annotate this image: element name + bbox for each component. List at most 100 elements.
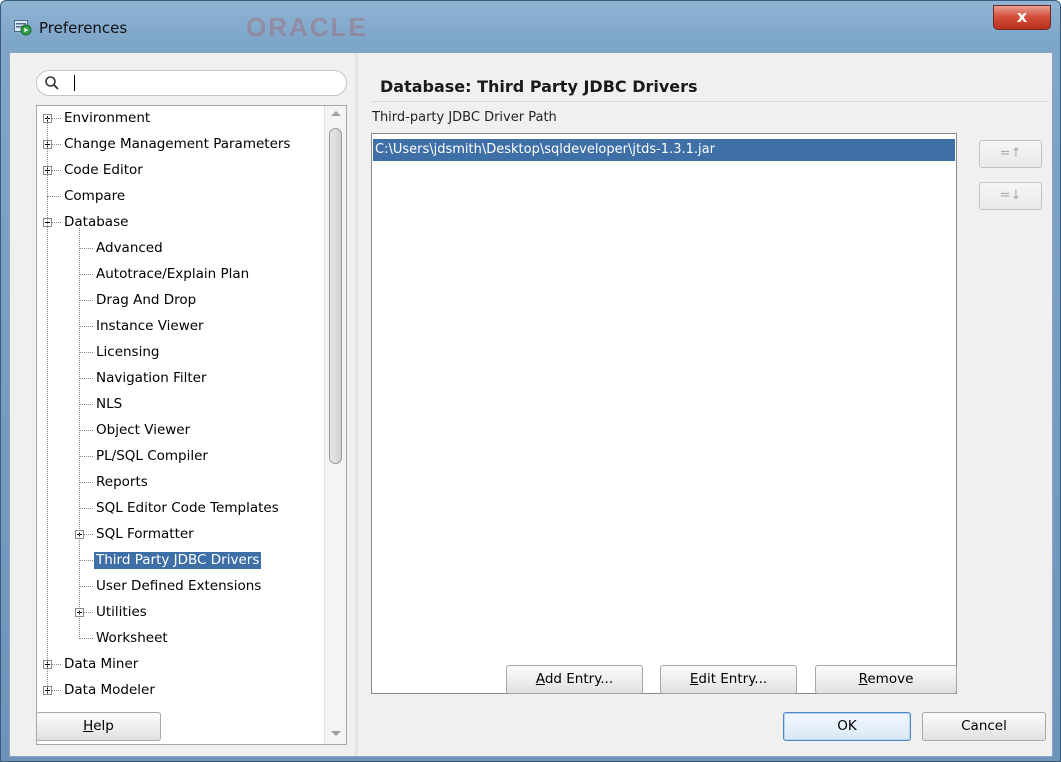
- tree-connector: [52, 222, 61, 223]
- tree-item-label: Utilities: [96, 604, 147, 620]
- tree-item-label: Object Viewer: [96, 422, 191, 438]
- search-box[interactable]: [36, 70, 347, 96]
- tree-vertical-scrollbar[interactable]: [324, 106, 346, 744]
- search-icon: [45, 76, 59, 90]
- tree-database-guide: [79, 228, 80, 639]
- close-icon: x: [1016, 7, 1028, 26]
- tree-item[interactable]: Code Editor: [37, 158, 327, 184]
- tree-connector: [79, 248, 93, 249]
- tree-connector: [79, 430, 93, 431]
- tree-item-label: PL/SQL Compiler: [96, 448, 208, 464]
- tree-item-label: Drag And Drop: [96, 292, 197, 308]
- move-up-button[interactable]: =↑: [979, 140, 1042, 168]
- tree-item-label: Autotrace/Explain Plan: [96, 266, 250, 282]
- tree-connector: [79, 560, 93, 561]
- edit-entry-button[interactable]: Edit Entry...: [660, 665, 797, 694]
- tree-connector: [79, 638, 93, 639]
- tree-item[interactable]: Environment: [37, 106, 327, 132]
- tree-item[interactable]: Advanced: [37, 236, 327, 262]
- tree-item-label: Third Party JDBC Drivers: [94, 552, 262, 569]
- title-bar[interactable]: ORACLE Preferences x: [1, 1, 1060, 51]
- tree-connector: [52, 144, 61, 145]
- preferences-window: ORACLE Preferences x Environment Change …: [0, 0, 1061, 762]
- add-entry-button[interactable]: Add Entry...: [506, 665, 643, 694]
- help-label: elp: [93, 718, 114, 734]
- tree-item-label: Licensing: [96, 344, 160, 360]
- tree-item[interactable]: Data Miner: [37, 652, 327, 678]
- tree-item[interactable]: Utilities: [37, 600, 327, 626]
- tree-connector: [79, 352, 93, 353]
- preferences-tree[interactable]: Environment Change Management Parameters C…: [36, 105, 347, 745]
- tree-item-label: Data Modeler: [64, 682, 155, 698]
- tree-item[interactable]: NLS: [37, 392, 327, 418]
- remove-button[interactable]: Remove: [815, 665, 957, 694]
- move-up-icon: =↑: [999, 146, 1022, 161]
- tree-root-guide: [47, 118, 48, 694]
- tree-connector: [79, 456, 93, 457]
- tree-item[interactable]: Autotrace/Explain Plan: [37, 262, 327, 288]
- help-button[interactable]: Help: [36, 712, 161, 741]
- tree-item-label: Worksheet: [96, 630, 168, 646]
- help-mnemonic: H: [83, 718, 94, 734]
- tree-connector: [79, 508, 93, 509]
- scrollbar-thumb[interactable]: [329, 128, 342, 464]
- driver-path-entry[interactable]: C:\Users\jdsmith\Desktop\sqldeveloper\jt…: [373, 139, 955, 161]
- search-input[interactable]: [71, 74, 335, 94]
- navigation-pane: Environment Change Management Parameters C…: [10, 53, 355, 756]
- move-down-button[interactable]: =↓: [979, 182, 1042, 210]
- tree-connector: [79, 586, 93, 587]
- tree-connector: [79, 482, 93, 483]
- edit-entry-label: dit Entry...: [698, 671, 768, 687]
- tree-item[interactable]: Navigation Filter: [37, 366, 327, 392]
- tree-connector: [52, 118, 61, 119]
- tree-connector: [47, 196, 61, 197]
- tree-item-label: SQL Formatter: [96, 526, 194, 542]
- dialog-client-area: Environment Change Management Parameters C…: [9, 52, 1053, 757]
- tree-item[interactable]: Compare: [37, 184, 327, 210]
- cancel-button[interactable]: Cancel: [922, 712, 1046, 741]
- tree-item[interactable]: Object Viewer: [37, 418, 327, 444]
- tree-item-label: SQL Editor Code Templates: [96, 500, 279, 516]
- tree-item-label: Compare: [64, 188, 126, 204]
- tree-connector: [79, 404, 93, 405]
- tree-item-label: Data Miner: [64, 656, 139, 672]
- remove-label: emove: [867, 671, 914, 687]
- tree-item[interactable]: Worksheet: [37, 626, 327, 652]
- tree-item-label: User Defined Extensions: [96, 578, 262, 594]
- tree-connector: [79, 378, 93, 379]
- move-down-icon: =↓: [999, 188, 1022, 203]
- driver-path-list[interactable]: C:\Users\jdsmith\Desktop\sqldeveloper\jt…: [371, 133, 957, 694]
- page-title: Database: Third Party JDBC Drivers: [380, 77, 698, 96]
- tree-item-label: Instance Viewer: [96, 318, 204, 334]
- add-entry-label: dd Entry...: [544, 671, 614, 687]
- tree-connector: [84, 612, 93, 613]
- tree-item[interactable]: Instance Viewer: [37, 314, 327, 340]
- tree-item[interactable]: Data Modeler: [37, 678, 327, 704]
- tree-item[interactable]: Drag And Drop: [37, 288, 327, 314]
- tree-item-label: Change Management Parameters: [64, 136, 291, 152]
- tree-item[interactable]: Change Management Parameters: [37, 132, 327, 158]
- tree-item[interactable]: SQL Formatter: [37, 522, 327, 548]
- close-button[interactable]: x: [993, 5, 1051, 30]
- tree-item[interactable]: Licensing: [37, 340, 327, 366]
- ok-button[interactable]: OK: [783, 712, 911, 741]
- tree-connector: [52, 170, 61, 171]
- tree-connector: [52, 690, 61, 691]
- tree-item[interactable]: PL/SQL Compiler: [37, 444, 327, 470]
- oracle-watermark: ORACLE: [246, 12, 368, 42]
- tree-item[interactable]: Reports: [37, 470, 327, 496]
- driver-path-label: Third-party JDBC Driver Path: [372, 110, 557, 125]
- tree-connector: [79, 326, 93, 327]
- tree-item-label: Navigation Filter: [96, 370, 207, 386]
- settings-pane: Database: Third Party JDBC Drivers Third…: [358, 53, 1052, 756]
- tree-item[interactable]: User Defined Extensions: [37, 574, 327, 600]
- tree-item[interactable]: SQL Editor Code Templates: [37, 496, 327, 522]
- tree-item-label: Code Editor: [64, 162, 143, 178]
- scroll-down-arrow-icon[interactable]: [331, 731, 341, 736]
- add-entry-mnemonic: A: [535, 671, 545, 687]
- preferences-app-icon: [14, 20, 32, 36]
- tree-connector: [79, 300, 93, 301]
- tree-item[interactable]: Database: [37, 210, 327, 236]
- tree-item[interactable]: Third Party JDBC Drivers: [37, 548, 327, 574]
- scroll-up-arrow-icon[interactable]: [331, 111, 341, 116]
